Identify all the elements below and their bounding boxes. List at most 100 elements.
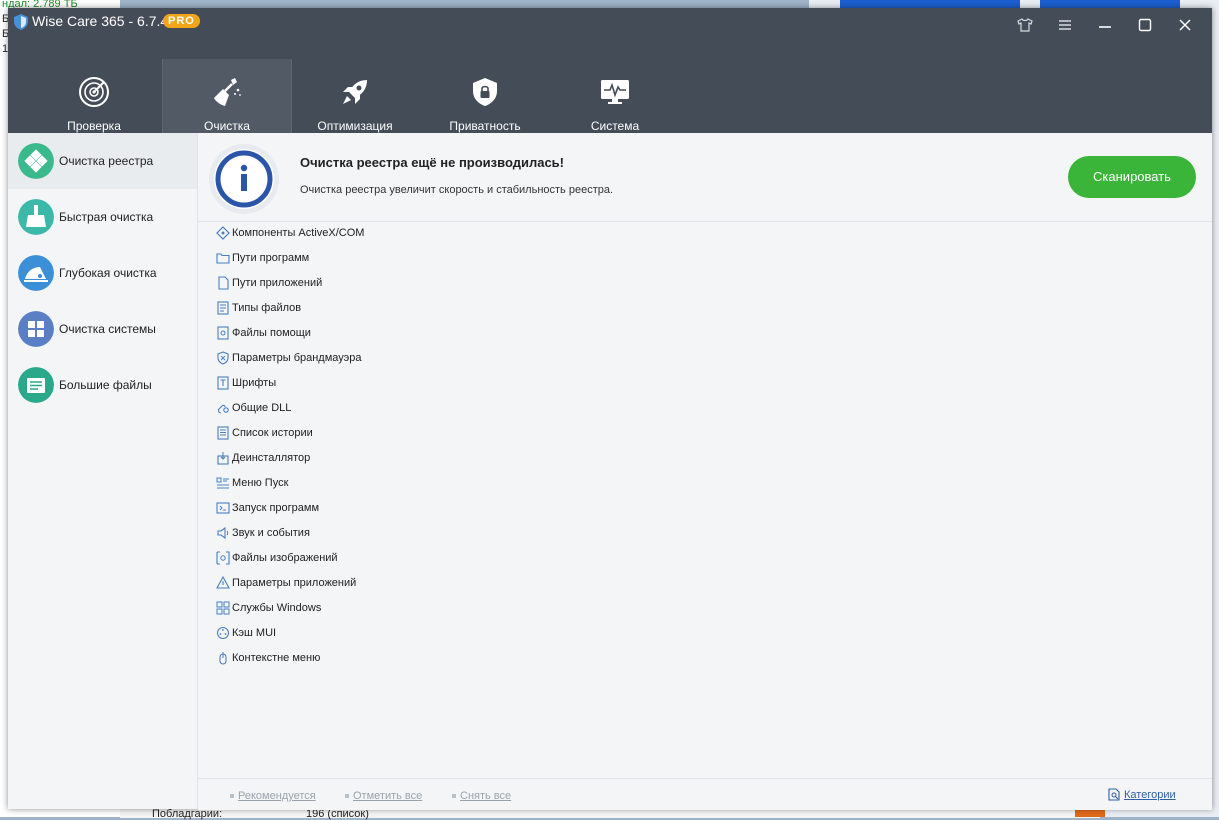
categories-link[interactable]: Категории [1108,788,1176,801]
list-item[interactable]: Шрифты [216,373,276,393]
list-item-label: Контекстне меню [232,652,321,664]
deselect-all-link[interactable]: Снять все [452,790,511,802]
sidebar-item-quick-clean[interactable]: Быстрая очистка [8,189,197,245]
list-item-label: Запуск программ [232,502,320,514]
banner-description: Очистка реестра увеличит скорость и стаб… [300,184,614,196]
list-item[interactable]: Параметры брандмауэра [216,348,362,368]
bullet-icon [452,794,456,799]
skin-button[interactable] [1013,14,1037,36]
list-item-label: Параметры приложений [232,577,357,589]
list-item[interactable]: Кэш MUI [216,623,276,643]
list-item-label: Шрифты [232,377,277,389]
categories-link-label: Категории [1124,788,1176,801]
select-all-link-label: Отметить все [353,790,423,802]
history-icon [217,426,229,440]
help-file-icon [217,326,229,340]
list-item[interactable]: Файлы помощи [216,323,311,343]
list-item[interactable]: Параметры приложений [216,573,356,593]
list-item[interactable]: Деинсталлятор [216,448,310,468]
list-item[interactable]: Запуск программ [216,498,319,518]
shield-lock-icon [473,78,497,106]
list-item[interactable]: Контекстне меню [216,648,320,668]
recommended-link-label: Рекомендуется [238,790,316,802]
list-item[interactable]: Общие DLL [216,398,291,418]
sidebar-item-label: Очистка системы [59,322,156,336]
list-item[interactable]: Службы Windows [216,598,321,618]
start-menu-icon [216,477,229,489]
windows-icon [18,311,54,347]
file-types-icon [217,301,229,315]
uninstaller-icon [217,452,229,465]
close-icon [1179,19,1191,31]
app-title: Wise Care 365 - 6.7.4 [32,13,169,29]
background-decoration [1040,0,1180,8]
list-item-label: Пути программ [232,252,310,264]
list-item-label: Службы Windows [232,602,322,614]
list-item[interactable]: Список истории [216,423,313,443]
app-settings-icon [216,576,230,589]
bullet-icon [230,794,234,799]
background-decoration [840,0,1020,8]
mui-cache-icon [216,626,230,640]
maximize-button[interactable] [1133,14,1157,36]
tab-label: Система [590,119,640,133]
banner-title: Очистка реестра ещё не производилась! [300,155,564,170]
info-icon [209,144,279,214]
title-bar[interactable]: Wise Care 365 - 6.7.4 PRO [8,8,1212,44]
recommended-link[interactable]: Рекомендуется [230,790,316,802]
monitor-pulse-icon [601,80,629,104]
footer-bar: Рекомендуется Отметить все Снять все Кат… [198,778,1212,810]
context-menu-icon [219,652,227,665]
folder-icon [216,253,230,264]
list-item-label: Кэш MUI [232,627,277,639]
tab-label: Проверка [67,119,121,133]
tshirt-icon [1017,18,1033,32]
dll-icon [217,404,229,414]
minimize-button[interactable] [1093,14,1117,36]
list-item-label: Типы файлов [232,302,302,314]
list-item-label: Файлы изображений [232,552,338,564]
registry-categories-list: Компоненты ActiveX/COM Пути программ Пут… [198,222,1212,778]
list-item[interactable]: Компоненты ActiveX/COM [216,223,364,243]
sound-icon [217,526,229,540]
list-item-label: Список истории [232,427,313,439]
pro-badge: PRO [163,14,200,28]
list-item[interactable]: Файлы изображений [216,548,338,568]
hamburger-icon [1059,20,1071,30]
tab-label: Очистка [204,119,250,133]
app-window: Wise Care 365 - 6.7.4 PRO Проверка Очист… [8,8,1212,810]
minimize-icon [1099,26,1111,28]
broom-icon [18,199,54,235]
list-item-label: Звук и события [232,527,310,539]
list-item-label: Общие DLL [232,402,292,414]
sidebar-item-large-files[interactable]: Большие файлы [8,357,197,413]
shield-logo-icon [14,14,28,30]
document-icon [218,276,229,290]
tab-label: Приватность [449,119,521,133]
sidebar-item-deep-clean[interactable]: Глубокая очистка [8,245,197,301]
maximize-icon [1138,18,1152,32]
list-item[interactable]: Пути программ [216,248,309,268]
list-item[interactable]: Пути приложений [216,273,322,293]
sidebar-item-label: Очистка реестра [59,154,154,168]
scan-button[interactable]: Сканировать [1068,156,1196,198]
sidebar: Очистка реестра Быстрая очистка Глубокая… [8,133,198,809]
tab-label: Оптимизация [317,119,393,133]
sidebar-item-registry-cleaner[interactable]: Очистка реестра [8,133,197,189]
radar-icon [79,77,109,107]
startup-icon [216,502,230,514]
services-icon [216,601,230,615]
list-item[interactable]: Звук и события [216,523,310,543]
font-icon [217,376,229,390]
sidebar-item-system-clean[interactable]: Очистка системы [8,301,197,357]
disk-clean-icon [18,255,54,291]
rocket-icon [343,80,367,104]
menu-button[interactable] [1053,14,1077,36]
list-item[interactable]: Меню Пуск [216,473,288,493]
list-item[interactable]: Типы файлов [216,298,301,318]
large-files-icon [18,367,54,403]
list-item-label: Параметры брандмауэра [232,352,362,364]
select-all-link[interactable]: Отметить все [345,790,422,802]
list-item-label: Пути приложений [232,277,323,289]
close-button[interactable] [1173,14,1197,36]
